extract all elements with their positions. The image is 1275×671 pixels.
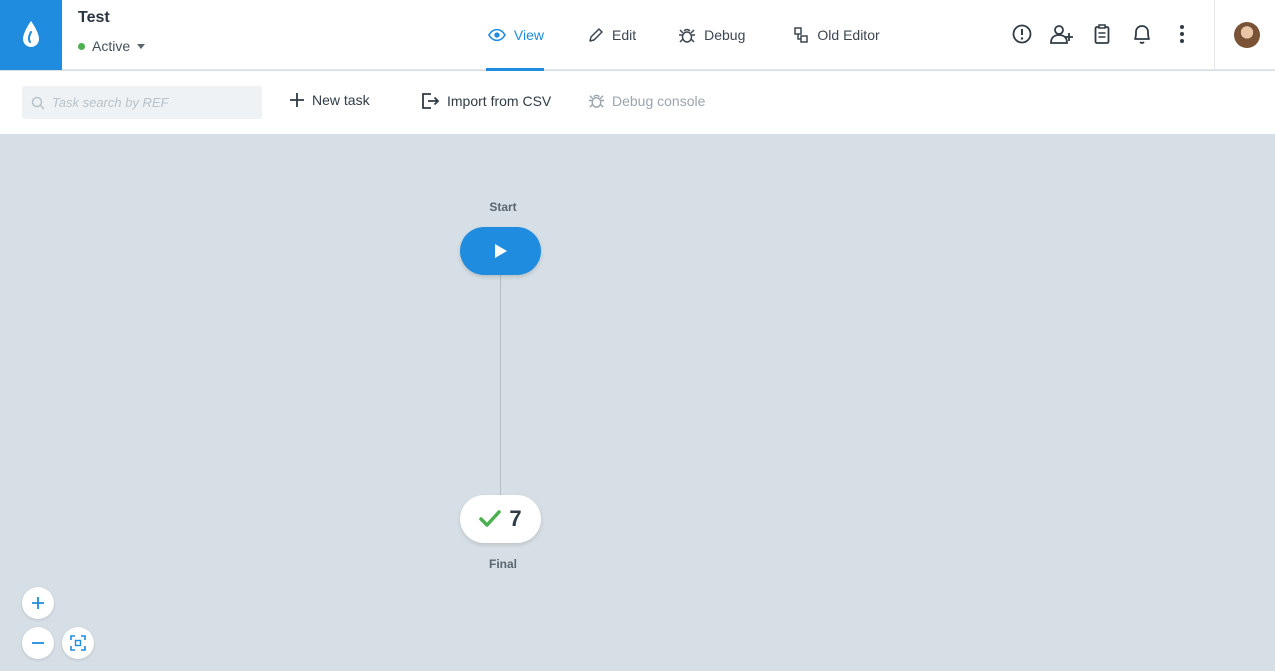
check-icon [479, 510, 502, 527]
plus-icon [290, 93, 304, 107]
bug-icon [679, 28, 696, 43]
alert-icon[interactable] [1010, 22, 1034, 46]
debug-console-button[interactable]: Debug console [588, 92, 705, 109]
tab-view[interactable]: View [486, 0, 544, 71]
task-search[interactable] [22, 86, 262, 119]
tab-view-label: View [513, 27, 544, 43]
flow-connector [500, 274, 501, 496]
tab-edit-label: Edit [612, 27, 637, 43]
header-actions [1010, 22, 1210, 46]
chevron-down-icon [137, 44, 146, 49]
old-editor-icon [794, 27, 809, 43]
process-status-dropdown[interactable]: Active [78, 38, 146, 54]
play-icon [494, 244, 507, 258]
tab-debug[interactable]: Debug [678, 0, 745, 70]
drop-icon [23, 21, 39, 47]
new-task-label: New task [312, 92, 370, 108]
process-status-label: Active [92, 38, 131, 54]
eye-icon [488, 28, 506, 42]
final-node-label: Final [488, 557, 517, 571]
start-node-label: Start [489, 200, 517, 214]
bug-icon [588, 94, 605, 108]
toolbar: New task Import from CSV Debug console [0, 71, 1275, 134]
process-title: Test [78, 9, 110, 26]
debug-console-label: Debug console [612, 92, 706, 109]
fit-screen-icon [70, 635, 86, 651]
tab-debug-label: Debug [704, 27, 746, 43]
add-user-icon[interactable] [1050, 22, 1074, 46]
bell-icon[interactable] [1130, 22, 1154, 46]
start-node[interactable] [460, 227, 541, 275]
fit-to-screen-button[interactable] [62, 627, 94, 659]
avatar[interactable] [1234, 22, 1260, 48]
zoom-in-button[interactable] [22, 587, 54, 619]
tab-old-editor[interactable]: Old Editor [793, 0, 880, 70]
import-csv-label: Import from CSV [447, 93, 552, 109]
process-canvas[interactable]: Start 7 Final [0, 134, 1275, 671]
pencil-icon [589, 28, 603, 42]
final-node[interactable]: 7 [460, 495, 541, 543]
search-icon [31, 96, 45, 110]
more-icon[interactable] [1170, 22, 1194, 46]
final-task-count: 7 [509, 506, 522, 531]
tab-edit[interactable]: Edit [588, 0, 636, 70]
import-icon [422, 93, 440, 109]
search-input[interactable] [50, 94, 250, 111]
minus-icon [32, 642, 44, 644]
zoom-out-button[interactable] [22, 627, 54, 659]
app-header: Test Active View Edit Debug Old Editor [0, 0, 1275, 71]
clipboard-icon[interactable] [1090, 22, 1114, 46]
import-csv-button[interactable]: Import from CSV [421, 92, 551, 110]
status-dot [78, 42, 85, 50]
tab-old-editor-label: Old Editor [817, 27, 880, 43]
header-divider [1214, 0, 1215, 70]
main-tabs: View Edit Debug Old Editor [486, 0, 880, 71]
plus-icon [32, 597, 44, 609]
new-task-button[interactable]: New task [289, 92, 370, 108]
logo[interactable] [0, 0, 62, 70]
